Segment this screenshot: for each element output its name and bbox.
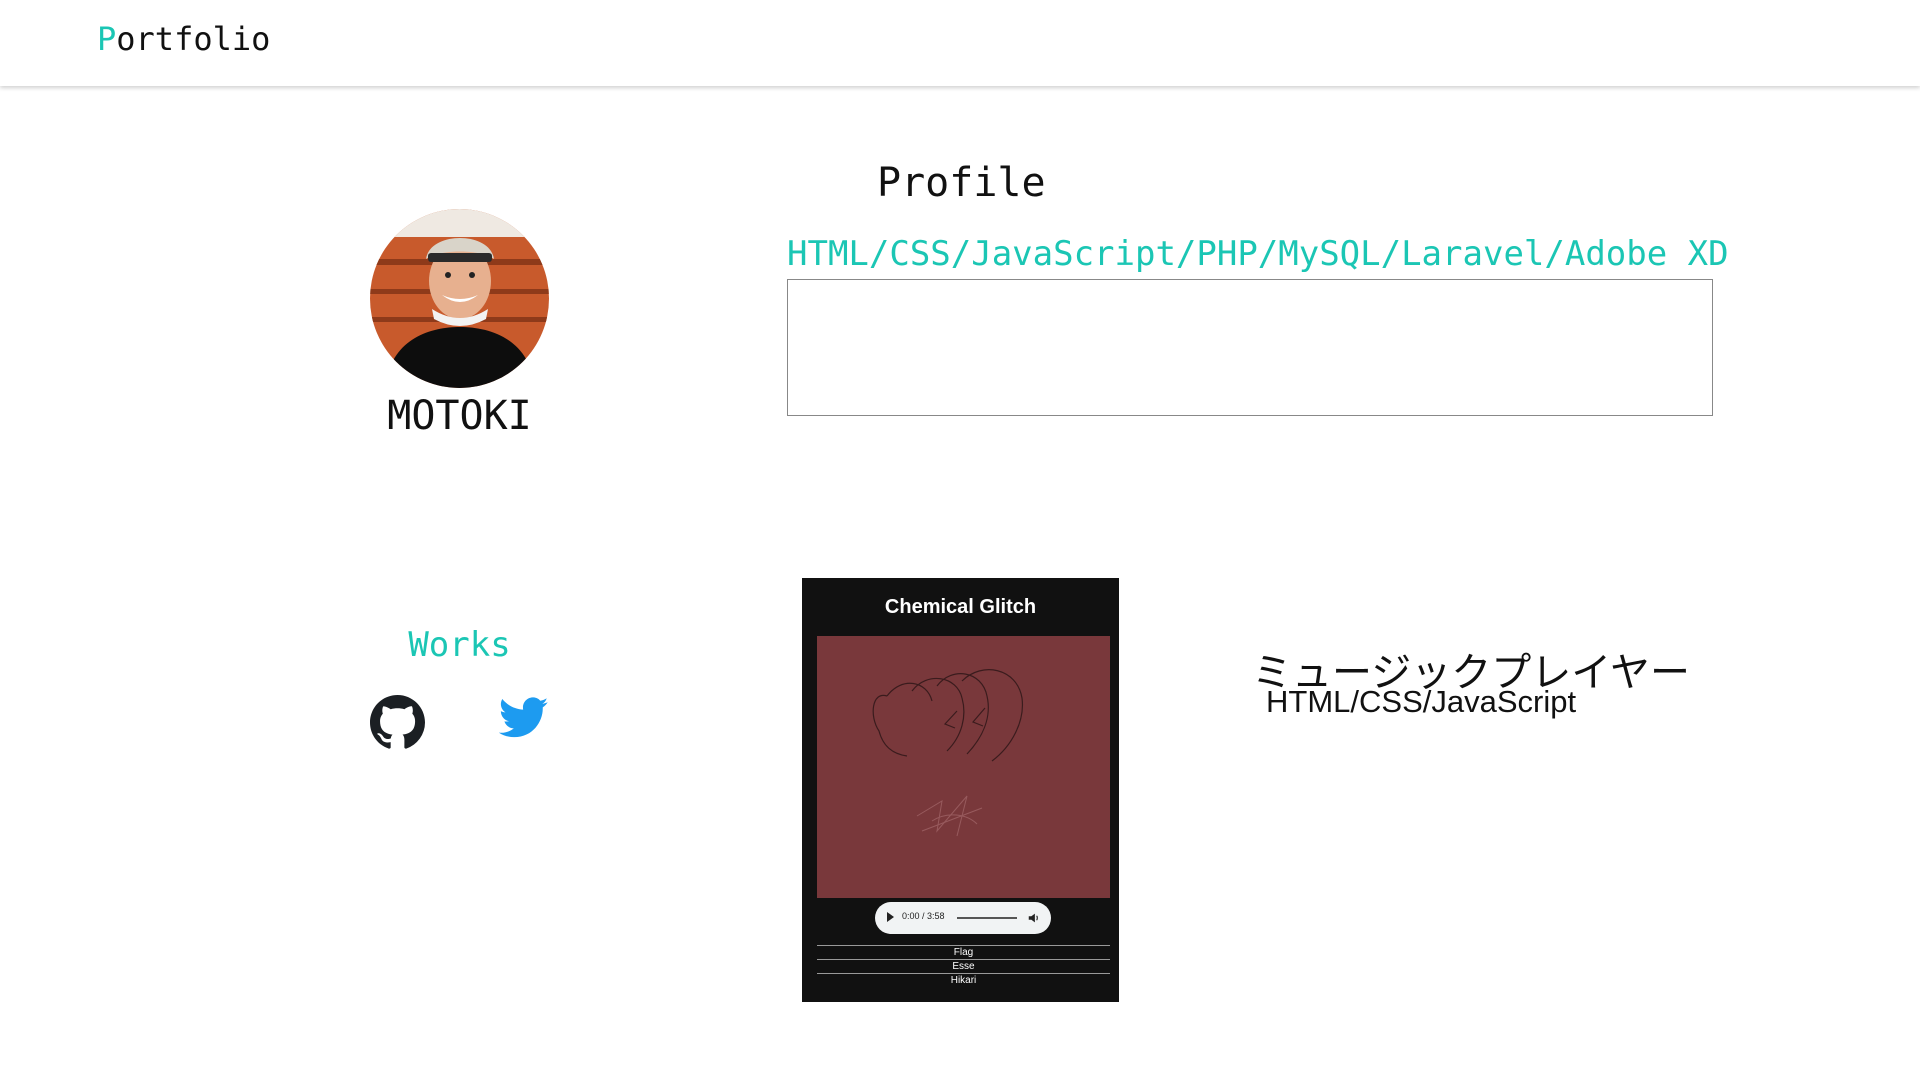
profile-photo — [370, 209, 549, 388]
track-item[interactable]: Esse — [817, 959, 1110, 973]
site-logo[interactable]: Portfolio — [97, 20, 270, 58]
skills-text: HTML/CSS/JavaScript/PHP/MySQL/Laravel/Ad… — [787, 234, 1729, 274]
work-tech: HTML/CSS/JavaScript — [1266, 684, 1577, 719]
audio-progress-bar[interactable] — [957, 917, 1017, 919]
logo-initial: P — [97, 20, 117, 58]
site-header: Portfolio — [0, 0, 1920, 86]
audio-player[interactable]: 0:00 / 3:58 — [875, 902, 1051, 934]
profile-title: Profile — [877, 160, 1046, 206]
album-cover-art — [872, 669, 1024, 837]
avatar — [370, 209, 549, 388]
track-item[interactable]: Hikari — [817, 973, 1110, 987]
track-list: Flag Esse Hikari — [817, 945, 1110, 987]
play-icon[interactable] — [887, 912, 894, 922]
profile-textarea[interactable] — [787, 279, 1713, 416]
github-icon — [370, 695, 425, 749]
works-title: Works — [408, 625, 511, 665]
profile-name: MOTOKI — [387, 393, 532, 439]
album-cover — [817, 636, 1110, 898]
twitter-icon — [498, 697, 549, 738]
card-title: Chemical Glitch — [884, 596, 1037, 618]
track-item[interactable]: Flag — [817, 945, 1110, 959]
logo-text: ortfolio — [116, 20, 271, 58]
work-card-music-player[interactable]: Chemical Glitch 0:00 / 3:58 Flag Esse Hi… — [802, 578, 1119, 1002]
volume-icon[interactable] — [1027, 911, 1041, 925]
audio-time: 0:00 / 3:58 — [902, 911, 945, 921]
twitter-link[interactable] — [498, 697, 549, 739]
github-link[interactable] — [370, 695, 425, 750]
